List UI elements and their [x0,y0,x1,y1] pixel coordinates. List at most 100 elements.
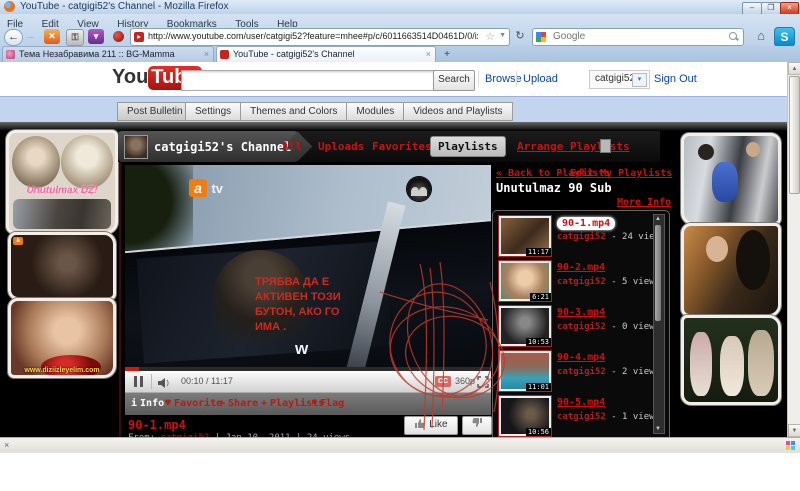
youtube-search-button[interactable]: Search [433,70,475,91]
playlist-item-title[interactable]: 90-4.mp4 [557,352,605,363]
playlist-item-meta: catgigi52 - 1 views [557,412,660,422]
themes-colors-button[interactable]: Themes and Colors [241,102,347,121]
playlist-panel: 11:17 90-1.mp4 catgigi52 - 24 views 6:21… [492,210,670,437]
cc-button[interactable]: CC [435,376,451,387]
record-extension-icon[interactable] [110,29,126,44]
scroll-up-icon[interactable]: ▲ [654,216,662,222]
avatar[interactable] [124,135,148,159]
playlist-item-title-selected[interactable]: 90-1.mp4 [557,217,615,230]
playlist-scrollbar[interactable]: ▲ ▼ [653,214,665,434]
reload-button[interactable]: ↻ [512,29,528,44]
google-search-input[interactable] [551,30,715,43]
x-extension-icon[interactable]: ✕ [44,29,60,44]
flag-button[interactable]: ⚑Flag [311,398,344,409]
firefox-icon [4,1,15,12]
back-button[interactable]: ← [4,29,23,46]
playlist-item[interactable]: 6:21 90-2.mp4 catgigi52 - 5 views [499,261,649,303]
tab-bar: Тема Незабравима 211 :: BG-Mamma × YouTu… [0,46,800,62]
screenshot-root: YouTube - catgigi52's Channel - Mozilla … [0,0,800,491]
edit-my-playlists-link[interactable]: Edit My Playlists [570,168,672,179]
tab-youtube-active[interactable]: YouTube - catgigi52's Channel × [216,46,436,62]
account-menu[interactable]: catgigi52 ▾ [589,70,650,89]
collapse-box[interactable] [600,139,611,153]
google-search-box[interactable] [532,28,744,46]
playlist-item-title[interactable]: 90-3.mp4 [557,307,605,318]
video-thumbnail[interactable]: 6:21 [499,261,551,301]
video-thumbnail[interactable]: 10:56 [499,396,551,436]
pause-button[interactable] [133,376,145,387]
annotation-text: ТРЯБВА ДА Е АКТИВЕН ТОЗИ БУТОН, АКО ГО И… [255,275,341,335]
left-collage-family-photo: Unutulmax DZ! [6,130,118,234]
dislike-button[interactable] [462,416,492,435]
youtube-search-input[interactable] [181,70,435,91]
arrange-playlists-link[interactable]: Arrange Playlists [517,140,630,153]
scrollbar-thumb[interactable] [789,76,800,194]
video-thumbnail[interactable]: 11:01 [499,351,551,391]
channel-header: catgigi52's Channel All Uploads Favorite… [118,131,660,162]
quality-label[interactable]: 360p [455,376,475,386]
playlist-item-meta: catgigi52 - 2 views [557,367,660,377]
playlist-item-title[interactable]: 90-2.mp4 [557,262,605,273]
tab-playlists-active[interactable]: Playlists [430,136,506,157]
home-button[interactable]: ⌂ [752,28,770,44]
addon-bar-close-icon[interactable]: × [4,440,9,450]
scroll-up-icon[interactable]: ▲ [788,62,800,75]
settings-button[interactable]: Settings [185,102,241,121]
share-button[interactable]: +Share [219,398,258,409]
playlist-item[interactable]: 11:17 90-1.mp4 catgigi52 - 24 views [499,216,649,258]
favorite-button[interactable]: ♥Favorite [165,398,222,409]
scroll-down-icon[interactable]: ▼ [654,426,662,432]
video-player[interactable]: a tv ТРЯБВА ДА Е АКТИВЕН ТОЗИ БУТОН, АКО… [125,165,491,367]
volume-icon[interactable] [157,376,171,394]
videos-playlists-button[interactable]: Videos and Playlists [404,102,512,121]
diamond-extension-icon[interactable]: ▾ [88,29,104,44]
divider [478,71,479,87]
post-bulletin-button[interactable]: Post Bulletin [117,102,193,121]
playlist-item[interactable]: 10:53 90-3.mp4 catgigi52 - 0 views [499,306,649,348]
url-dropdown-icon[interactable]: ▼ [499,32,506,39]
tab-bg-mamma[interactable]: Тема Незабравима 211 :: BG-Mamma × [2,46,214,62]
playlist-item[interactable]: 10:56 90-5.mp4 catgigi52 - 1 views [499,396,649,437]
divider [151,374,152,389]
browser-scrollbar[interactable]: ▲ ▼ [787,62,800,437]
upload-link[interactable]: Upload [523,73,558,85]
video-thumbnail[interactable]: 10:53 [499,306,551,346]
collage-caption: www.diziizleyelim.com [11,367,113,374]
video-title: 90-1.mp4 [128,418,186,432]
forward-button[interactable]: → [23,29,37,44]
account-caret-icon[interactable]: ▾ [632,73,647,87]
channel-admin-bar: Post Bulletin Settings Themes and Colors… [0,96,800,123]
playlist-item-title[interactable]: 90-5.mp4 [557,397,605,408]
tab-info[interactable]: iInfo [131,398,164,409]
tab-favorites[interactable]: Favorites [372,140,432,153]
addon-widget-icon[interactable] [786,441,795,450]
playlist-item-meta: catgigi52 - 0 views [557,322,660,332]
right-collage-group-photo [681,315,781,405]
tab-all[interactable]: All [282,140,302,153]
scrollbar-thumb[interactable] [655,225,661,321]
skype-icon[interactable]: S [774,27,795,47]
like-button[interactable]: Like [404,416,458,435]
tab-uploads[interactable]: Uploads [318,140,364,153]
modules-button[interactable]: Modules [347,102,404,121]
fullscreen-icon[interactable] [477,375,489,393]
sign-out-link[interactable]: Sign Out [654,73,697,85]
tab-close-icon[interactable]: × [204,49,209,59]
search-magnifier-icon[interactable] [729,32,739,42]
left-collage-man-photo: a [8,232,116,300]
more-info-link[interactable]: More Info [617,197,671,208]
playlist-item[interactable]: 11:01 90-4.mp4 catgigi52 - 2 views [499,351,649,393]
playlist-item-meta: catgigi52 - 5 views [557,277,660,287]
addon-bar: × [0,437,800,453]
menu-bar: File Edit View History Bookmarks Tools H… [0,14,800,27]
scroll-down-icon[interactable]: ▼ [788,424,800,437]
url-text[interactable]: http://www.youtube.com/user/catgigi52?fe… [148,31,478,41]
channel-page: Unutulmax DZ! a www.diziizleyelim.com ca… [0,122,787,437]
bookmark-star-icon[interactable]: ☆ [485,30,495,43]
google-icon [536,32,546,42]
video-thumbnail[interactable]: 11:17 [499,216,551,256]
url-bar[interactable]: http://www.youtube.com/user/catgigi52?fe… [130,28,510,46]
new-tab-button[interactable]: + [438,48,456,63]
tab-close-icon[interactable]: × [426,49,431,59]
lock-icon[interactable]: ⚿ [66,29,84,46]
